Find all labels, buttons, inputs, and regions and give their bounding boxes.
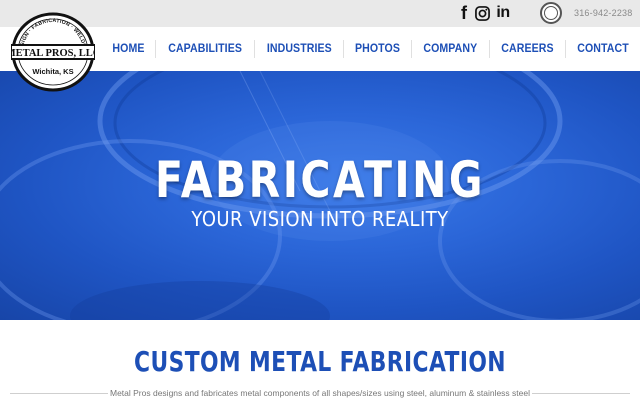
hero-subtitle: YOUR VISION INTO REALITY — [191, 207, 449, 231]
linkedin-icon[interactable]: in — [494, 4, 512, 22]
aisc-badge-inner — [544, 6, 558, 20]
main-navbar: HOME CAPABILITIES INDUSTRIES PHOTOS COMP… — [0, 27, 640, 71]
nav-divider — [564, 40, 566, 58]
section-title: CUSTOM METAL FABRICATION — [134, 345, 506, 378]
logo-name: METAL PROS, LLC — [11, 48, 95, 59]
nav-divider — [489, 40, 490, 58]
nav-item-capabilities[interactable]: CAPABILITIES — [159, 40, 249, 58]
hero-title: FABRICATING — [155, 151, 485, 209]
nav-item-photos[interactable]: PHOTOS — [347, 40, 409, 58]
logo-location: Wichita, KS — [32, 67, 73, 76]
phone-number[interactable]: 316-942-2238 — [574, 8, 632, 18]
nav-menu: HOME CAPABILITIES INDUSTRIES PHOTOS COMP… — [102, 40, 640, 58]
nav-divider — [411, 40, 413, 58]
instagram-icon[interactable] — [474, 4, 490, 22]
logo-emblem: DESIGN · FABRICATION · WELDING METAL PRO… — [6, 12, 100, 92]
nav-item-home[interactable]: HOME — [104, 40, 153, 58]
hero-banner: FABRICATING YOUR VISION INTO REALITY — [0, 71, 640, 320]
nav-item-contact[interactable]: CONTACT — [569, 40, 637, 58]
aisc-badge-icon — [540, 2, 562, 24]
facebook-icon[interactable]: f — [458, 4, 470, 22]
instagram-glyph — [474, 5, 490, 21]
company-logo[interactable]: DESIGN · FABRICATION · WELDING METAL PRO… — [6, 12, 100, 92]
nav-divider — [343, 40, 345, 58]
nav-item-careers[interactable]: CAREERS — [493, 40, 562, 58]
section-description: Metal Pros designs and fabricates metal … — [109, 388, 530, 398]
nav-item-company[interactable]: COMPANY — [415, 40, 486, 58]
facebook-glyph: f — [461, 3, 467, 23]
linkedin-glyph: in — [496, 4, 510, 21]
nav-divider — [154, 40, 156, 58]
top-utility-bar: f in 316-942-2238 — [0, 0, 640, 27]
nav-divider — [253, 40, 255, 58]
nav-item-industries[interactable]: INDUSTRIES — [258, 40, 340, 58]
